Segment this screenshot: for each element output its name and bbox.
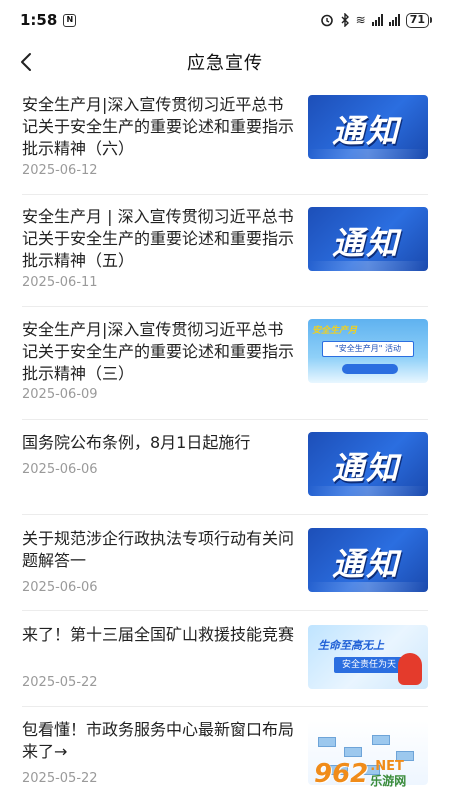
thumbnail-text: 通知: [332, 449, 401, 487]
article-date: 2025-06-06: [22, 580, 98, 595]
article-thumbnail: 生命至高无上 安全责任为天: [308, 625, 428, 689]
article-date: 2025-05-22: [22, 771, 98, 786]
site-watermark: 962 .NET 乐游网: [314, 756, 442, 792]
article-date: 2025-06-06: [22, 462, 98, 477]
chevron-left-icon: [21, 53, 31, 71]
thumbnail-text: "安全生产月" 活动: [322, 341, 414, 357]
thumbnail-text: 通知: [332, 112, 401, 150]
article-date: 2025-06-09: [22, 387, 98, 402]
article-thumbnail: 通知: [308, 207, 428, 271]
status-left: 1:58 N: [20, 11, 77, 29]
article-title: 来了！第十三届全国矿山救援技能竞赛: [22, 625, 295, 644]
article-title: 包看懂！市政务服务中心最新窗口布局来了→: [22, 720, 295, 761]
watermark-logo: 962: [314, 759, 369, 789]
article-item[interactable]: 国务院公布条例，8月1日起施行 2025-06-06 通知: [22, 420, 428, 515]
thumbnail-text: 生命至高无上: [318, 639, 384, 652]
signal-icon: [371, 14, 383, 26]
status-right: ≋ 71: [320, 12, 432, 28]
page-title: 应急宣传: [187, 53, 263, 74]
article-thumbnail: 通知: [308, 432, 428, 496]
thumbnail-tag: 安全生产月: [312, 326, 358, 336]
signal-icon-2: [388, 14, 400, 26]
watermark-net: .NET: [370, 759, 404, 774]
thumbnail-subtext: 安全责任为天: [334, 657, 404, 673]
wifi-icon: ≋: [355, 13, 366, 27]
article-date: 2025-05-22: [22, 675, 98, 690]
article-title: 安全生产月|深入宣传贯彻习近平总书记关于安全生产的重要论述和重要指示批示精神（六…: [22, 95, 295, 158]
article-thumbnail: 安全生产月 "安全生产月" 活动: [308, 319, 428, 383]
watermark-cn: 乐游网: [370, 774, 407, 788]
mascot-image: [398, 653, 422, 685]
battery-icon: 71: [405, 12, 432, 28]
article-item[interactable]: 安全生产月|深入宣传贯彻习近平总书记关于安全生产的重要论述和重要指示批示精神（六…: [22, 84, 428, 195]
article-thumbnail: 通知: [308, 528, 428, 592]
article-list: 安全生产月|深入宣传贯彻习近平总书记关于安全生产的重要论述和重要指示批示精神（六…: [0, 84, 450, 800]
thumbnail-text: 通知: [332, 545, 401, 583]
article-title: 关于规范涉企行政执法专项行动有关问题解答一: [22, 529, 295, 570]
thumbnail-text: 通知: [332, 224, 401, 262]
article-thumbnail: 通知: [308, 95, 428, 159]
article-item[interactable]: 来了！第十三届全国矿山救援技能竞赛 2025-05-22 生命至高无上 安全责任…: [22, 611, 428, 707]
nfc-icon: N: [63, 13, 77, 27]
article-date: 2025-06-11: [22, 275, 98, 290]
alarm-icon: [320, 13, 334, 27]
bluetooth-icon: [340, 13, 350, 27]
article-item[interactable]: 安全生产月|深入宣传贯彻习近平总书记关于安全生产的重要论述和重要指示批示精神（三…: [22, 307, 428, 420]
article-item[interactable]: 安全生产月 | 深入宣传贯彻习近平总书记关于安全生产的重要论述和重要指示批示精神…: [22, 195, 428, 307]
article-item[interactable]: 关于规范涉企行政执法专项行动有关问题解答一 2025-06-06 通知: [22, 515, 428, 611]
back-button[interactable]: [10, 46, 42, 78]
app-header: 应急宣传: [0, 40, 450, 84]
article-date: 2025-06-12: [22, 163, 98, 178]
article-title: 安全生产月 | 深入宣传贯彻习近平总书记关于安全生产的重要论述和重要指示批示精神…: [22, 207, 295, 270]
article-title: 安全生产月|深入宣传贯彻习近平总书记关于安全生产的重要论述和重要指示批示精神（三…: [22, 320, 295, 383]
clock: 1:58: [20, 11, 58, 29]
battery-level: 71: [405, 12, 429, 28]
status-bar: 1:58 N ≋ 71: [0, 0, 450, 40]
article-title: 国务院公布条例，8月1日起施行: [22, 433, 251, 452]
